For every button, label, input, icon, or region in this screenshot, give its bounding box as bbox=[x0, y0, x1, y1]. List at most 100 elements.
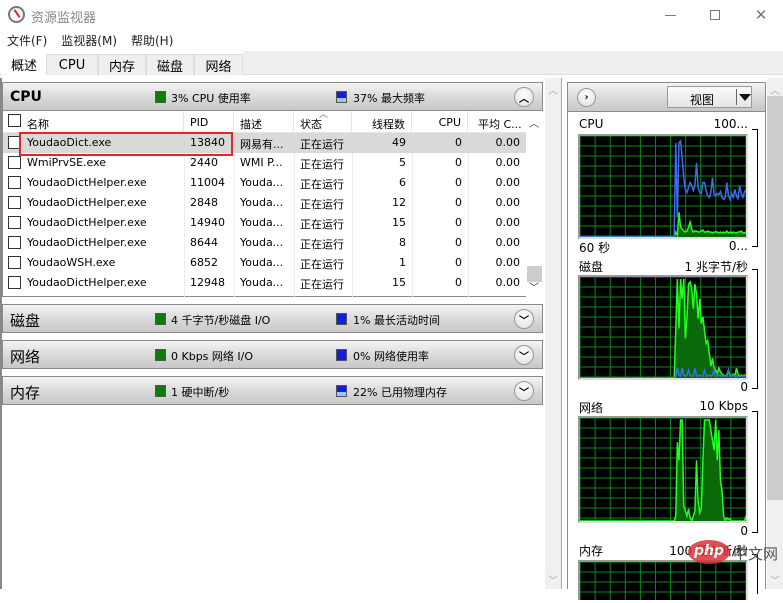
process-cpu: 0 bbox=[455, 156, 462, 169]
tab-network[interactable]: 网络 bbox=[194, 54, 243, 75]
graph-grid bbox=[579, 135, 747, 237]
graph-panel: › 视图 CPU 100... 60 秒 0... 磁盘 1 兆字节/秒 0 网… bbox=[567, 82, 766, 600]
hard-faults-stat: 1 硬中断/秒 bbox=[171, 386, 230, 399]
disk-section-header[interactable]: 磁盘 4 千字节/秒磁盘 I/O 1% 最长活动时间 ﹀ bbox=[2, 304, 543, 333]
expand-button[interactable]: ﹀ bbox=[514, 381, 534, 401]
tab-memory[interactable]: 内存 bbox=[98, 54, 146, 75]
cpu-max-frequency-line bbox=[580, 139, 747, 238]
col-pid[interactable]: PID bbox=[184, 111, 234, 133]
process-description: Youda... bbox=[240, 276, 284, 289]
chevron-down-icon: ﹀ bbox=[519, 387, 529, 399]
col-threads[interactable]: 线程数 bbox=[352, 111, 412, 133]
close-button[interactable]: ✕ bbox=[739, 0, 783, 30]
title-bar: 资源监视器 ✕ bbox=[0, 0, 783, 30]
scroll-up-icon[interactable]: ︿ bbox=[526, 115, 542, 130]
table-row[interactable]: YoudaoDictHelper.exe 8644 Youda... 正在运行 8 0 0.… bbox=[3, 233, 526, 253]
menu-help[interactable]: 帮助(H) bbox=[124, 30, 180, 51]
section-title: 磁盘 bbox=[10, 312, 41, 330]
scroll-down-icon[interactable]: ﹀ bbox=[545, 572, 561, 587]
table-row[interactable]: YoudaoDictHelper.exe 11004 Youda... 正在运行 6 0 0… bbox=[3, 173, 526, 193]
process-description: Youda... bbox=[240, 216, 284, 229]
process-pid: 8644 bbox=[190, 236, 218, 249]
process-status: 正在运行 bbox=[300, 218, 344, 231]
scroll-up-icon[interactable]: ︿ bbox=[545, 82, 561, 97]
graph-min-label: 0 bbox=[740, 380, 748, 394]
table-row[interactable]: WmiPrvSE.exe 2440 WMI P... 正在运行 5 0 0.00 bbox=[3, 153, 526, 173]
blue-swatch-icon bbox=[336, 313, 347, 325]
row-checkbox[interactable] bbox=[8, 176, 21, 189]
left-pane-scrollbar[interactable]: ︿ ﹀ bbox=[545, 78, 561, 589]
maximize-button[interactable] bbox=[693, 0, 737, 30]
row-checkbox[interactable] bbox=[8, 156, 21, 169]
process-pid: 2440 bbox=[190, 156, 218, 169]
network-graph bbox=[578, 416, 748, 523]
menu-monitor[interactable]: 监视器(M) bbox=[54, 30, 124, 51]
collapse-button[interactable]: ︿ bbox=[514, 87, 534, 107]
window-title: 资源监视器 bbox=[31, 11, 97, 26]
process-threads: 6 bbox=[399, 176, 406, 189]
process-pid: 2848 bbox=[190, 196, 218, 209]
process-cpu: 0 bbox=[455, 176, 462, 189]
view-dropdown[interactable]: 视图 bbox=[667, 86, 752, 108]
row-checkbox[interactable] bbox=[8, 196, 21, 209]
graph-min-label: 0 bbox=[740, 524, 748, 538]
chevron-down-icon: ﹀ bbox=[519, 351, 529, 363]
process-cpu: 0 bbox=[455, 236, 462, 249]
green-swatch-icon bbox=[155, 313, 166, 325]
row-checkbox[interactable] bbox=[8, 256, 21, 269]
network-section-header[interactable]: 网络 0 Kbps 网络 I/O 0% 网络使用率 ﹀ bbox=[2, 340, 543, 369]
memory-section-header[interactable]: 内存 1 硬中断/秒 22% 已用物理内存 ﹀ bbox=[2, 376, 543, 405]
table-row[interactable]: YoudaoDictHelper.exe 12948 Youda... 正在运行 15 0… bbox=[3, 273, 526, 293]
process-status: 正在运行 bbox=[300, 198, 344, 211]
row-checkbox[interactable] bbox=[8, 216, 21, 229]
row-checkbox[interactable] bbox=[8, 236, 21, 249]
process-avg-cpu: 0.00 bbox=[495, 176, 521, 189]
table-row[interactable]: YoudaoWSH.exe 6852 Youda... 正在运行 1 0 0.00 bbox=[3, 253, 526, 273]
scroll-thumb[interactable] bbox=[527, 266, 542, 282]
process-threads: 1 bbox=[399, 256, 406, 269]
col-description[interactable]: 描述 bbox=[234, 111, 294, 133]
scroll-down-icon[interactable]: ﹀ bbox=[767, 572, 783, 587]
section-title: CPU bbox=[10, 89, 42, 105]
network-graph-plot bbox=[579, 417, 747, 523]
expand-button[interactable]: ﹀ bbox=[514, 345, 534, 365]
process-name: YoudaoDictHelper.exe bbox=[27, 276, 147, 289]
toggle-panel-button[interactable]: › bbox=[577, 88, 596, 107]
graph-grid bbox=[579, 276, 747, 378]
graph-max-label: 10 Kbps bbox=[699, 399, 748, 413]
section-title: 网络 bbox=[10, 348, 41, 366]
cpu-section-header[interactable]: CPU 3% CPU 使用率 37% 最大频率 ︿ bbox=[2, 82, 543, 111]
green-swatch-icon bbox=[155, 349, 166, 361]
table-row[interactable]: YoudaoDictHelper.exe 14940 Youda... 正在运行 15 0… bbox=[3, 213, 526, 233]
disk-section: 磁盘 4 千字节/秒磁盘 I/O 1% 最长活动时间 ﹀ bbox=[2, 304, 543, 333]
process-threads: 12 bbox=[392, 196, 406, 209]
process-pid: 6852 bbox=[190, 256, 218, 269]
disk-io-area bbox=[580, 279, 746, 378]
process-pid: 14940 bbox=[190, 216, 225, 229]
graph-title: 磁盘 bbox=[579, 260, 604, 274]
disk-io-line bbox=[580, 278, 747, 379]
col-name[interactable]: 名称 bbox=[25, 111, 184, 133]
expand-button[interactable]: ﹀ bbox=[514, 309, 534, 329]
tab-overview[interactable]: 概述 bbox=[2, 52, 46, 75]
process-description: 网易有... bbox=[240, 138, 284, 151]
process-pid: 11004 bbox=[190, 176, 225, 189]
select-all-checkbox[interactable] bbox=[8, 114, 21, 127]
section-title: 内存 bbox=[10, 384, 41, 402]
process-avg-cpu: 0.00 bbox=[495, 136, 521, 149]
pane-splitter[interactable] bbox=[561, 78, 562, 589]
tab-disk[interactable]: 磁盘 bbox=[146, 54, 194, 75]
tab-cpu[interactable]: CPU bbox=[46, 54, 98, 75]
scroll-up-icon[interactable]: ︿ bbox=[767, 82, 783, 97]
row-checkbox[interactable] bbox=[8, 276, 21, 289]
scroll-thumb[interactable] bbox=[767, 96, 783, 500]
menu-file[interactable]: 文件(F) bbox=[0, 30, 54, 51]
minimize-button[interactable] bbox=[648, 0, 692, 30]
table-row[interactable]: YoudaoDictHelper.exe 2848 Youda... 正在运行 12 0 0… bbox=[3, 193, 526, 213]
col-avg-cpu[interactable]: 平均 C... bbox=[468, 111, 526, 133]
process-avg-cpu: 0.00 bbox=[495, 256, 521, 269]
watermark-logo: php bbox=[688, 540, 730, 564]
cpu-graph-plot bbox=[579, 135, 747, 238]
watermark-text: 中文网 bbox=[733, 545, 779, 563]
col-cpu[interactable]: CPU bbox=[412, 111, 468, 133]
